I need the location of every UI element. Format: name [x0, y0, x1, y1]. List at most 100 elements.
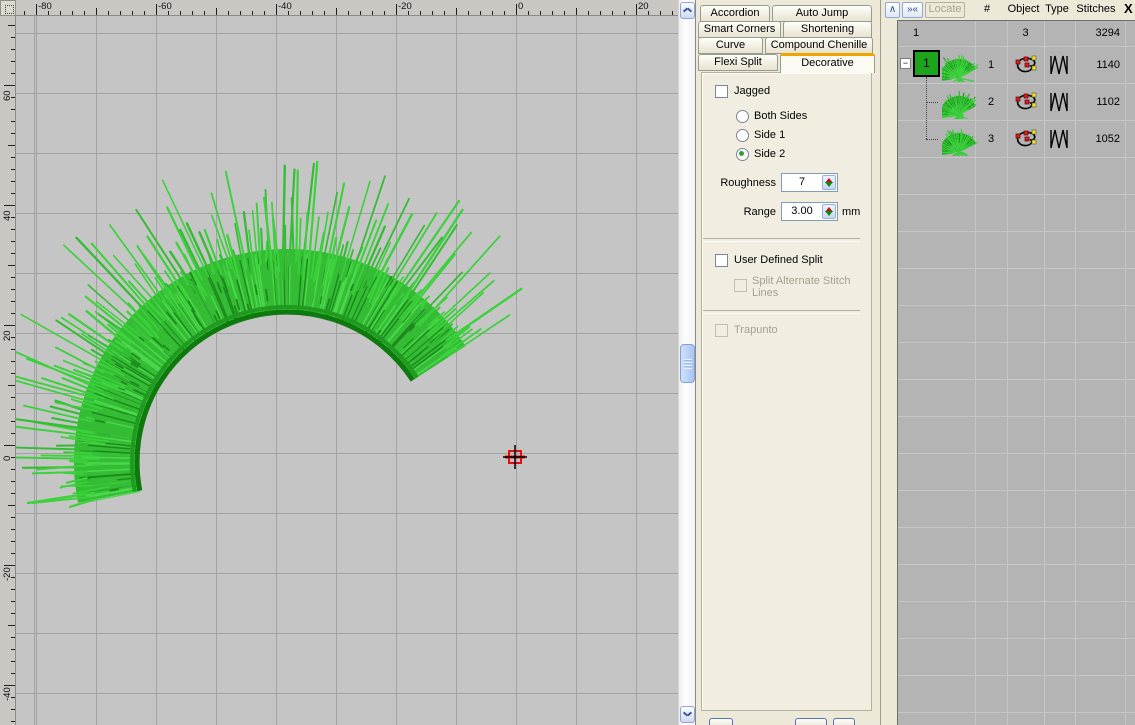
- group-color-index: 1: [906, 27, 926, 39]
- split-alternate-label-1: Split Alternate Stitch: [752, 275, 850, 287]
- tab-compound-chenille[interactable]: Compound Chenille: [765, 37, 873, 54]
- design-canvas[interactable]: [16, 16, 678, 725]
- vertical-ruler: 60 40 20 0 -20 -40: [0, 16, 16, 725]
- ruler-origin-icon: [5, 5, 14, 14]
- ruler-label: 60: [2, 90, 13, 101]
- bottom-button-partial[interactable]: [709, 718, 733, 725]
- side-1-label: Side 1: [754, 129, 785, 141]
- ruler-label: 40: [2, 210, 13, 221]
- ruler-label: 20: [2, 330, 13, 341]
- tab-auto-jump[interactable]: Auto Jump: [772, 5, 872, 22]
- user-defined-split-label: User Defined Split: [734, 254, 823, 266]
- separator: [703, 238, 860, 242]
- side-2-radio[interactable]: [736, 148, 749, 161]
- object-row[interactable]: 2 1102: [898, 84, 1135, 121]
- stitch-count: 1140: [1070, 59, 1120, 71]
- collapse-all-button[interactable]: ∧: [885, 2, 900, 18]
- tab-shortening[interactable]: Shortening: [783, 21, 872, 38]
- tab-decorative[interactable]: Decorative: [780, 53, 875, 73]
- roughness-value: 7: [782, 176, 822, 188]
- split-alternate-label-2: Lines: [752, 287, 778, 299]
- object-shape-icon: [1014, 91, 1038, 118]
- tab-flexi-split[interactable]: Flexi Split: [698, 54, 778, 71]
- separator: [703, 310, 860, 314]
- spin-down-icon: [825, 211, 833, 216]
- column-header-number: #: [979, 3, 995, 15]
- ruler-label: -80: [38, 1, 52, 12]
- range-spinner[interactable]: [822, 204, 836, 219]
- tab-accordion[interactable]: Accordion: [700, 5, 770, 22]
- object-thumbnail-art: [942, 55, 978, 82]
- object-thumbnail[interactable]: [942, 50, 978, 82]
- ruler-origin-button[interactable]: [0, 0, 16, 16]
- scroll-down-button[interactable]: [680, 706, 695, 723]
- both-sides-label: Both Sides: [754, 110, 807, 122]
- decorative-tab-page: [701, 72, 872, 711]
- object-row[interactable]: 1 1140: [898, 47, 1135, 84]
- side-2-label: Side 2: [754, 148, 785, 160]
- locate-button: Locate: [925, 2, 965, 18]
- range-unit-label: mm: [842, 206, 860, 218]
- ruler-label: 20: [638, 1, 649, 12]
- scrollbar-thumb[interactable]: [680, 344, 695, 383]
- object-properties-panel: Accordion Auto Jump Smart Corners Shorte…: [695, 0, 880, 725]
- object-number: 3: [975, 133, 1007, 145]
- object-list: 1 3 3294 − 1 1 1140: [897, 20, 1135, 725]
- ruler-label: 0: [518, 1, 523, 12]
- application-window: -80 -60 -40 -20 0 20 60 40 20 0 -20 -40 Accordion …: [0, 0, 1135, 725]
- design-sequence-panel: ∧ »« Locate # Object Type Stitches X 1 3…: [880, 0, 1135, 725]
- chevron-down-icon: [684, 711, 691, 718]
- group-object-count: 3: [1007, 27, 1044, 39]
- stitch-count: 1102: [1070, 96, 1120, 108]
- object-shape-icon: [1014, 54, 1038, 81]
- ruler-label: -40: [278, 1, 292, 12]
- both-sides-radio[interactable]: [736, 110, 749, 123]
- object-thumbnail-art: [942, 130, 978, 157]
- scrollbar-grip-icon: [684, 359, 692, 369]
- range-field[interactable]: 3.00: [781, 202, 838, 221]
- jagged-checkbox[interactable]: [715, 85, 728, 98]
- horizontal-ruler: -80 -60 -40 -20 0 20: [16, 0, 678, 16]
- roughness-label: Roughness: [716, 177, 776, 189]
- chevron-up-icon: [684, 6, 691, 13]
- scroll-up-button[interactable]: [680, 2, 695, 19]
- ruler-label: -60: [158, 1, 172, 12]
- group-summary-row[interactable]: 1 3 3294: [898, 21, 1135, 47]
- stitch-type-icon: [1049, 54, 1069, 81]
- jagged-label: Jagged: [734, 85, 770, 97]
- crosshair-cursor: [503, 445, 527, 469]
- stitch-count: 1052: [1070, 133, 1120, 145]
- object-number: 1: [975, 59, 1007, 71]
- split-alternate-checkbox: [734, 279, 747, 292]
- ruler-label: -20: [398, 1, 412, 12]
- ruler-label: -20: [2, 567, 13, 581]
- ruler-label: 0: [2, 456, 13, 461]
- object-thumbnail-art: [942, 92, 976, 120]
- object-shape-icon: [1014, 128, 1038, 155]
- panel-close-button[interactable]: X: [1124, 1, 1133, 16]
- object-row[interactable]: 3 1052: [898, 121, 1135, 158]
- side-1-radio[interactable]: [736, 129, 749, 142]
- ruler-label: -40: [2, 687, 13, 701]
- user-defined-split-checkbox[interactable]: [715, 254, 728, 267]
- column-header-stitches: Stitches: [1075, 3, 1117, 15]
- trapunto-checkbox: [715, 324, 728, 337]
- bottom-button-partial[interactable]: [833, 718, 855, 725]
- tab-smart-corners[interactable]: Smart Corners: [698, 21, 781, 38]
- object-thumbnail[interactable]: [942, 87, 978, 119]
- object-thumbnail[interactable]: [942, 124, 978, 156]
- expand-collapse-button[interactable]: »«: [902, 2, 923, 18]
- object-number: 2: [975, 96, 1007, 108]
- vertical-scrollbar[interactable]: [678, 0, 695, 725]
- embroidery-object[interactable]: [16, 162, 521, 507]
- design-surface: [16, 16, 678, 725]
- spin-down-icon: [825, 182, 833, 187]
- group-stitch-count: 3294: [1070, 27, 1120, 39]
- roughness-field[interactable]: 7: [781, 173, 838, 192]
- tab-curve[interactable]: Curve: [698, 37, 763, 54]
- column-header-type: Type: [1044, 3, 1070, 15]
- roughness-spinner[interactable]: [822, 175, 836, 190]
- bottom-button-partial[interactable]: [795, 718, 827, 725]
- column-header-object: Object: [1005, 3, 1042, 15]
- stitch-type-icon: [1049, 91, 1069, 118]
